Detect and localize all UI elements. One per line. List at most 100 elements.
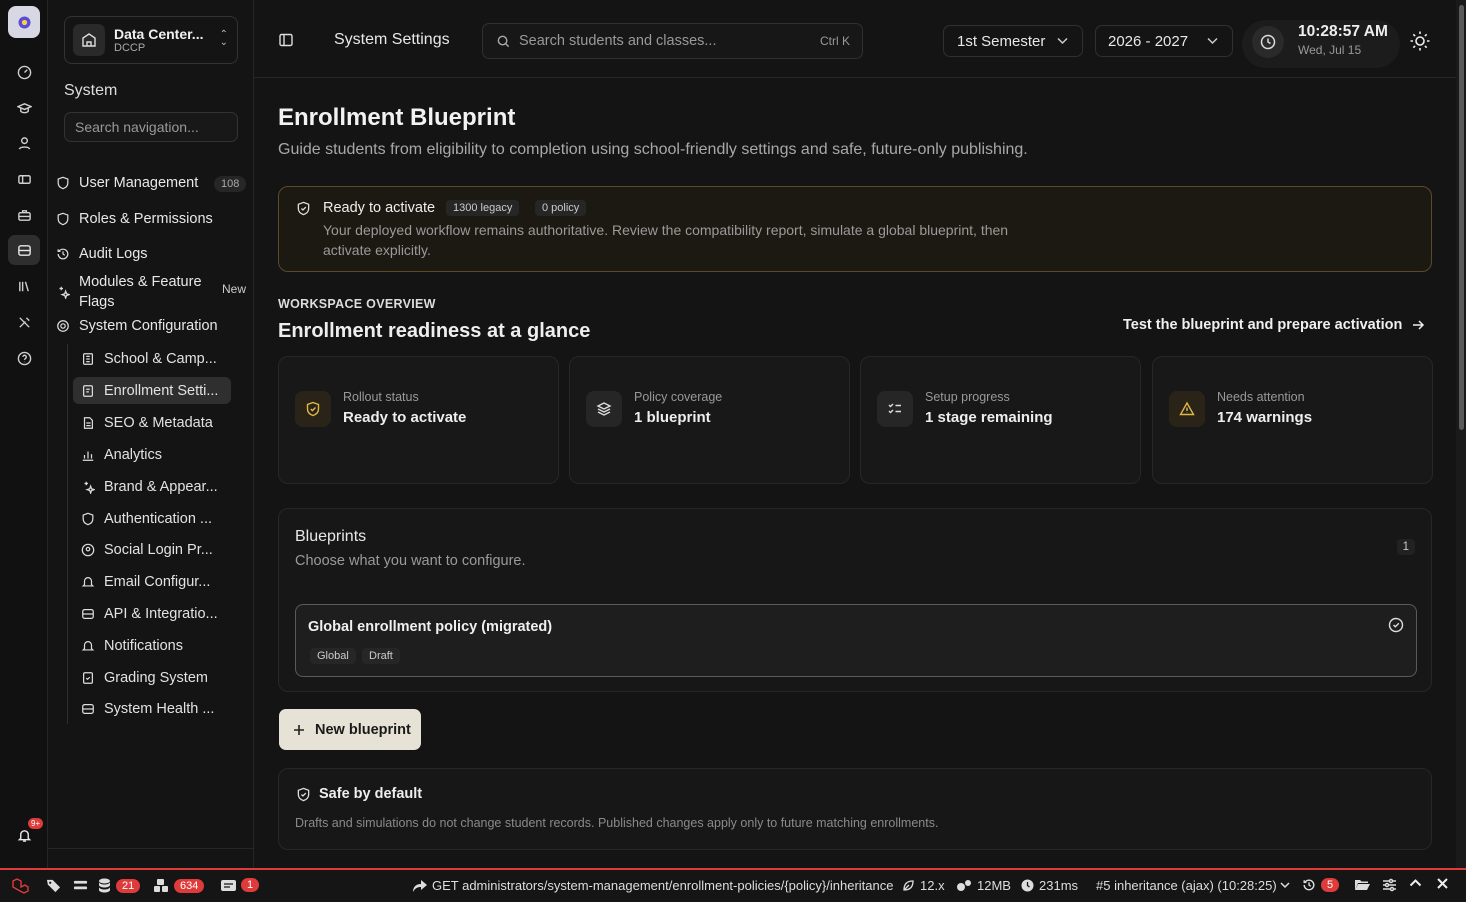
bar-chart-icon bbox=[82, 451, 94, 461]
tag-icon[interactable] bbox=[46, 878, 61, 893]
close-icon[interactable] bbox=[1437, 878, 1448, 889]
sub-item-label: Authentication ... bbox=[104, 510, 213, 527]
shield-icon bbox=[57, 176, 69, 190]
organization-code: DCCP bbox=[114, 41, 146, 54]
page-section-title: System Settings bbox=[334, 31, 450, 48]
sidebar-item-user-management[interactable]: User Management 108 bbox=[56, 175, 247, 192]
chevron-up-icon[interactable] bbox=[1409, 878, 1422, 887]
request-route[interactable]: GET administrators/system-management/enr… bbox=[413, 878, 893, 893]
debug-bar: 21 634 1 GET administrators/system-manag… bbox=[0, 868, 1466, 902]
card-label: Needs attention bbox=[1217, 390, 1305, 404]
arrow-right-icon bbox=[1413, 320, 1425, 330]
sub-item-label: Email Configur... bbox=[104, 573, 211, 590]
scope-chip: Global bbox=[310, 648, 356, 664]
new-blueprint-button[interactable]: New blueprint bbox=[279, 709, 421, 750]
graduation-cap-icon[interactable] bbox=[8, 93, 40, 123]
sidebar-item-label: Audit Logs bbox=[79, 246, 148, 262]
leaf-icon bbox=[903, 880, 914, 891]
sub-item-api-integrations[interactable]: API & Integratio... bbox=[73, 600, 231, 627]
chevrons-up-down-icon: ⌃ ⌄ bbox=[219, 29, 228, 48]
semester-value: 1st Semester bbox=[957, 32, 1046, 50]
school-year-select[interactable]: 2026 - 2027 bbox=[1095, 25, 1233, 57]
search-shortcut: Ctrl K bbox=[820, 34, 850, 48]
notification-count-badge: 9+ bbox=[28, 818, 44, 829]
briefcase-icon[interactable] bbox=[8, 200, 40, 230]
alert-text-line1: Your deployed workflow remains authorita… bbox=[323, 222, 1009, 238]
laravel-logo-icon[interactable] bbox=[11, 878, 29, 894]
server-icon bbox=[82, 608, 94, 619]
sidebar-item-system-configuration[interactable]: System Configuration bbox=[56, 318, 218, 334]
clipboard-check-icon bbox=[83, 671, 93, 684]
sub-item-notifications[interactable]: Notifications bbox=[73, 632, 231, 659]
card-value: 1 stage remaining bbox=[925, 409, 1053, 426]
card-label: Setup progress bbox=[925, 390, 1010, 404]
user-icon[interactable] bbox=[8, 128, 40, 158]
sub-item-label: Enrollment Setti... bbox=[104, 382, 219, 399]
sub-item-email-configuration[interactable]: Email Configur... bbox=[73, 568, 231, 595]
tools-icon[interactable] bbox=[8, 307, 40, 337]
card-value: Ready to activate bbox=[343, 409, 467, 426]
sidebar-item-modules-feature-flags[interactable]: Modules & Feature Flags New bbox=[56, 272, 246, 312]
top-bar: System Settings Search students and clas… bbox=[254, 0, 1456, 78]
rollout-status-card: Rollout status Ready to activate bbox=[278, 356, 559, 484]
queries-tab[interactable]: 21 bbox=[98, 878, 141, 893]
sub-item-seo-metadata[interactable]: SEO & Metadata bbox=[73, 409, 231, 436]
sub-item-authentication[interactable]: Authentication ... bbox=[73, 505, 231, 532]
clock-widget: 10:28:57 AM Wed, Jul 15 bbox=[1242, 20, 1400, 68]
sub-item-grading-system[interactable]: Grading System bbox=[73, 664, 231, 691]
request-history-select[interactable]: #5 inheritance (ajax) (10:28:25) bbox=[1096, 878, 1290, 893]
status-chip: Draft bbox=[362, 648, 400, 664]
test-blueprint-link-label: Test the blueprint and prepare activatio… bbox=[1123, 317, 1403, 333]
organization-switcher[interactable]: Data Center... DCCP ⌃ ⌄ bbox=[64, 16, 238, 64]
sparkles-icon bbox=[84, 481, 95, 494]
toggle-sidebar-icon[interactable] bbox=[278, 32, 294, 53]
messages-count-badge: 1 bbox=[241, 878, 260, 892]
help-icon[interactable] bbox=[8, 343, 40, 373]
laravel-version: 12.x bbox=[902, 878, 945, 893]
sub-item-enrollment-settings[interactable]: Enrollment Setti... bbox=[73, 377, 231, 404]
notifications-bell-icon[interactable]: 9+ bbox=[8, 818, 44, 850]
tickets-icon[interactable] bbox=[8, 164, 40, 194]
database-icon[interactable] bbox=[8, 235, 40, 265]
sub-item-system-health[interactable]: System Health ... bbox=[73, 695, 231, 722]
library-icon[interactable] bbox=[8, 271, 40, 301]
models-tab[interactable]: 634 bbox=[153, 878, 205, 893]
card-icon bbox=[221, 879, 236, 891]
sub-item-label: School & Camp... bbox=[104, 350, 217, 367]
list-icon[interactable] bbox=[73, 878, 88, 893]
global-search-input[interactable]: Search students and classes... Ctrl K bbox=[482, 23, 863, 59]
sub-item-brand-appearance[interactable]: Brand & Appear... bbox=[73, 473, 231, 500]
scrollbar-thumb[interactable] bbox=[1459, 5, 1464, 430]
sidebar-item-audit-logs[interactable]: Audit Logs bbox=[56, 246, 148, 262]
duration-text: 231ms bbox=[1039, 878, 1079, 893]
navigation-search-input[interactable]: Search navigation... bbox=[64, 112, 238, 142]
database-icon bbox=[99, 878, 110, 893]
organization-name: Data Center... bbox=[114, 25, 204, 42]
messages-tab[interactable]: 1 bbox=[221, 878, 260, 892]
sub-item-social-login[interactable]: Social Login Pr... bbox=[73, 536, 231, 563]
sidebar-item-roles-permissions[interactable]: Roles & Permissions bbox=[56, 211, 213, 227]
request-route-text: GET administrators/system-management/enr… bbox=[432, 878, 894, 893]
settings-sliders-icon[interactable] bbox=[1382, 878, 1397, 892]
sub-item-school-campus[interactable]: School & Camp... bbox=[73, 345, 231, 372]
page-scrollbar[interactable] bbox=[1456, 0, 1466, 868]
history-icon bbox=[1303, 879, 1315, 891]
setup-progress-card: Setup progress 1 stage remaining bbox=[860, 356, 1141, 484]
shield-icon bbox=[57, 212, 69, 226]
clock-icon bbox=[1021, 879, 1034, 892]
history-tab[interactable]: 5 bbox=[1302, 878, 1340, 892]
theme-toggle-sun-icon[interactable] bbox=[1409, 30, 1431, 57]
app-logo[interactable] bbox=[8, 6, 40, 38]
folder-open-icon[interactable] bbox=[1355, 878, 1370, 891]
sub-item-analytics[interactable]: Analytics bbox=[73, 441, 231, 468]
test-blueprint-link[interactable]: Test the blueprint and prepare activatio… bbox=[1123, 317, 1425, 333]
clock-icon bbox=[1252, 26, 1284, 58]
dashboard-icon[interactable] bbox=[8, 57, 40, 87]
blueprint-item-global[interactable]: Global enrollment policy (migrated) Glob… bbox=[295, 604, 1417, 677]
sub-item-label: System Health ... bbox=[104, 700, 215, 717]
sidebar-item-label: System Configuration bbox=[79, 318, 218, 334]
memory-usage: 12MB bbox=[956, 878, 1011, 893]
semester-select[interactable]: 1st Semester bbox=[943, 25, 1083, 57]
safe-text: Drafts and simulations do not change stu… bbox=[295, 816, 939, 830]
blueprints-count-badge: 1 bbox=[1396, 539, 1415, 555]
